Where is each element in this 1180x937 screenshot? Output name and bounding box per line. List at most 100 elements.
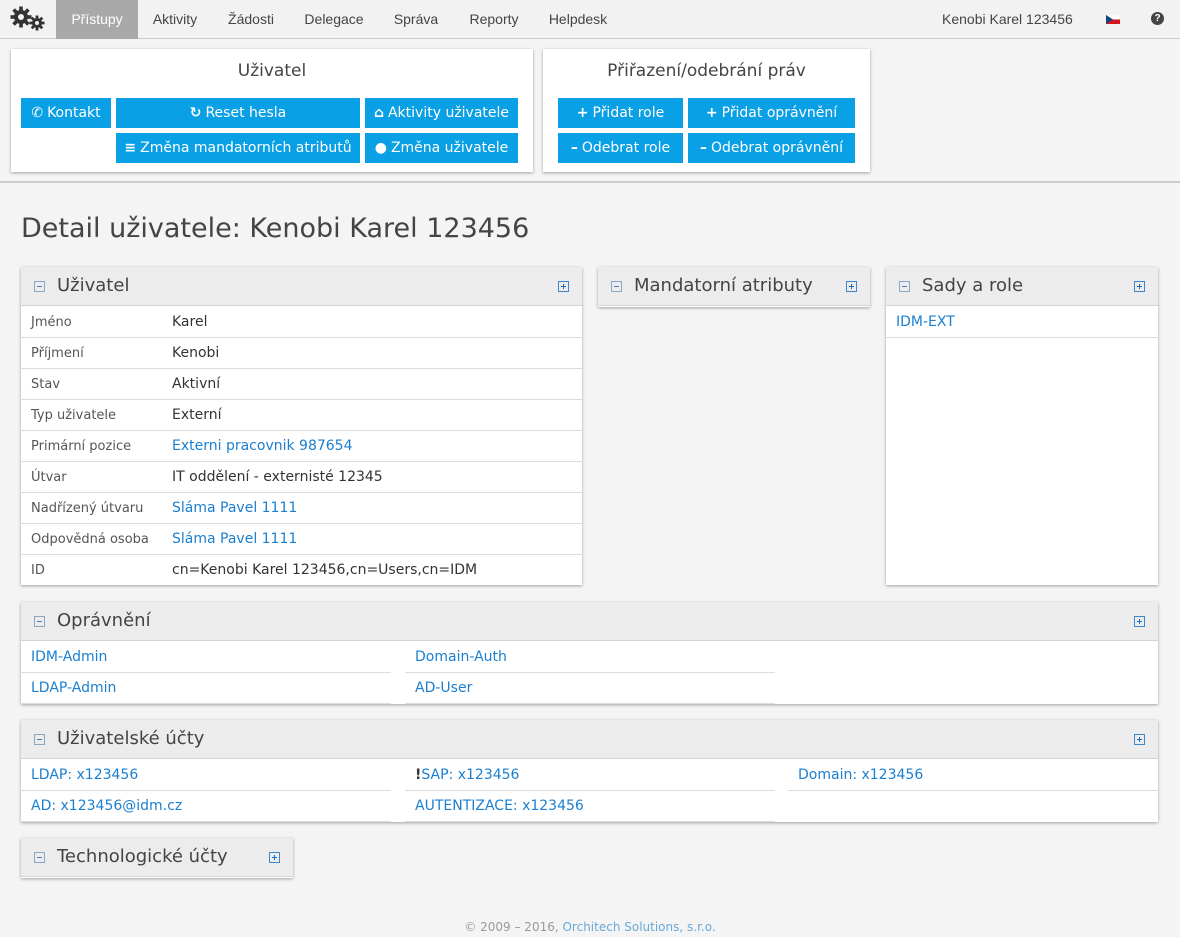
nav-aktivity[interactable]: Aktivity bbox=[138, 0, 212, 39]
user-detail-header: Uživatel bbox=[21, 267, 582, 306]
collapse-icon[interactable] bbox=[34, 852, 45, 863]
detail-label: ID bbox=[31, 563, 45, 578]
user-activities-label: Aktivity uživatele bbox=[387, 105, 510, 121]
collapse-icon[interactable] bbox=[611, 281, 622, 292]
user-actions-title: Uživatel bbox=[237, 61, 307, 81]
detail-row: Odpovědná osoba Sláma Pavel 1111 bbox=[21, 524, 582, 555]
change-mandatory-label: Změna mandatorních atributů bbox=[140, 140, 352, 156]
detail-row: Nadřízený útvaru Sláma Pavel 1111 bbox=[21, 493, 582, 524]
reset-password-button[interactable]: ↻ Reset hesla bbox=[116, 98, 360, 128]
permission-link-ad-user[interactable]: AD-User bbox=[405, 673, 775, 704]
permission-link-ldap-admin[interactable]: LDAP-Admin bbox=[21, 673, 391, 704]
detail-label: Útvar bbox=[31, 470, 67, 485]
phone-icon: ✆ bbox=[31, 105, 44, 121]
tech-accounts-box: Technologické účty bbox=[21, 838, 293, 878]
detail-label: Typ uživatele bbox=[31, 408, 117, 423]
add-permission-label: Přidat oprávnění bbox=[721, 105, 838, 121]
collapse-icon[interactable] bbox=[899, 281, 910, 292]
footer-company-link[interactable]: Orchitech Solutions, s.r.o. bbox=[562, 920, 715, 934]
detail-label: Odpovědná osoba bbox=[31, 532, 149, 547]
user-detail-box: Uživatel Jméno Karel Příjmení Kenobi Stav A… bbox=[21, 267, 582, 585]
footer: © 2009 – 2016, Orchitech Solutions, s.r.… bbox=[0, 920, 1180, 934]
detail-row: Stav Aktivní bbox=[21, 369, 582, 400]
mandatory-attributes-header: Mandatorní atributy bbox=[598, 267, 870, 306]
tech-accounts-title: Technologické účty bbox=[57, 846, 228, 867]
permission-link-idm-admin[interactable]: IDM-Admin bbox=[21, 642, 391, 673]
home-icon: ⌂ bbox=[373, 105, 384, 121]
detail-row: Jméno Karel bbox=[21, 307, 582, 338]
account-link-ldap[interactable]: LDAP: x123456 bbox=[21, 760, 391, 791]
contact-button-label: Kontakt bbox=[47, 105, 101, 121]
user-actions-panel: Uživatel ✆ Kontakt ↻ Reset hesla ⌂ Aktivity… bbox=[11, 49, 533, 172]
czech-flag-icon[interactable] bbox=[1106, 15, 1120, 24]
remove-permission-button[interactable]: – Odebrat oprávnění bbox=[688, 133, 855, 163]
roles-header: Sady a role bbox=[886, 267, 1158, 306]
detail-value: Aktivní bbox=[172, 376, 221, 392]
page-title: Detail uživatele: Kenobi Karel 123456 bbox=[21, 213, 530, 244]
detail-value: Kenobi bbox=[172, 345, 220, 361]
detail-label: Nadřízený útvaru bbox=[31, 501, 144, 516]
nav-reporty[interactable]: Reporty bbox=[454, 0, 534, 39]
expand-icon[interactable] bbox=[558, 281, 569, 292]
minus-icon: – bbox=[570, 140, 578, 156]
expand-icon[interactable] bbox=[1134, 616, 1145, 627]
contact-button[interactable]: ✆ Kontakt bbox=[21, 98, 111, 128]
top-navbar: Přístupy Aktivity Žádosti Delegace Správ… bbox=[0, 0, 1180, 39]
account-link-ad[interactable]: AD: x123456@idm.cz bbox=[21, 791, 391, 822]
nav-delegace[interactable]: Delegace bbox=[290, 0, 378, 39]
plus-icon: + bbox=[576, 105, 589, 121]
remove-role-label: Odebrat role bbox=[581, 140, 671, 156]
nav-helpdesk[interactable]: Helpdesk bbox=[534, 0, 622, 39]
refresh-icon: ↻ bbox=[189, 105, 202, 121]
nav-pristupy[interactable]: Přístupy bbox=[56, 0, 138, 39]
expand-icon[interactable] bbox=[269, 852, 280, 863]
mandatory-attributes-title: Mandatorní atributy bbox=[634, 275, 813, 296]
account-cell-sap: !SAP: x123456 bbox=[405, 760, 775, 791]
account-link-domain[interactable]: Domain: x123456 bbox=[788, 760, 1158, 791]
detail-row: ID cn=Kenobi Karel 123456,cn=Users,cn=IDM bbox=[21, 555, 582, 586]
detail-label: Příjmení bbox=[31, 346, 84, 361]
permissions-header: Oprávnění bbox=[21, 602, 1158, 641]
rights-actions-title: Přiřazení/odebrání práv bbox=[607, 61, 806, 81]
account-link-autentizace[interactable]: AUTENTIZACE: x123456 bbox=[405, 791, 775, 822]
current-user-name[interactable]: Kenobi Karel 123456 bbox=[942, 0, 1073, 39]
expand-icon[interactable] bbox=[1134, 734, 1145, 745]
responsible-person-link[interactable]: Sláma Pavel 1111 bbox=[172, 524, 297, 555]
add-role-button[interactable]: + Přidat role bbox=[558, 98, 683, 128]
unit-manager-link[interactable]: Sláma Pavel 1111 bbox=[172, 493, 297, 524]
add-role-label: Přidat role bbox=[592, 105, 665, 121]
permissions-title: Oprávnění bbox=[57, 610, 151, 631]
change-mandatory-button[interactable]: ≡ Změna mandatorních atributů bbox=[116, 133, 360, 163]
change-user-button[interactable]: ● Změna uživatele bbox=[365, 133, 518, 163]
collapse-icon[interactable] bbox=[34, 734, 45, 745]
action-toolbar: Uživatel ✆ Kontakt ↻ Reset hesla ⌂ Aktivity… bbox=[0, 39, 1180, 183]
nav-zadosti[interactable]: Žádosti bbox=[212, 0, 290, 39]
add-permission-button[interactable]: + Přidat oprávnění bbox=[688, 98, 855, 128]
expand-icon[interactable] bbox=[846, 281, 857, 292]
help-icon[interactable]: ? bbox=[1151, 12, 1164, 25]
permission-link-domain-auth[interactable]: Domain-Auth bbox=[405, 642, 775, 673]
detail-value: Karel bbox=[172, 314, 208, 330]
user-accounts-header: Uživatelské účty bbox=[21, 720, 1158, 759]
account-link-sap[interactable]: SAP: x123456 bbox=[421, 767, 519, 783]
remove-role-button[interactable]: – Odebrat role bbox=[558, 133, 683, 163]
roles-box: Sady a role IDM-EXT bbox=[886, 267, 1158, 585]
footer-copyright: © 2009 – 2016, bbox=[464, 920, 563, 934]
permissions-box: Oprávnění IDM-Admin Domain-Auth LDAP-Adm… bbox=[21, 602, 1158, 704]
roles-title: Sady a role bbox=[922, 275, 1024, 296]
gears-logo-icon[interactable] bbox=[8, 5, 48, 33]
primary-position-link[interactable]: Externi pracovnik 987654 bbox=[172, 431, 353, 462]
mandatory-attributes-box: Mandatorní atributy bbox=[598, 267, 870, 307]
user-accounts-box: Uživatelské účty LDAP: x123456 !SAP: x12… bbox=[21, 720, 1158, 822]
user-activities-button[interactable]: ⌂ Aktivity uživatele bbox=[365, 98, 518, 128]
collapse-icon[interactable] bbox=[34, 616, 45, 627]
nav-sprava[interactable]: Správa bbox=[378, 0, 454, 39]
detail-row: Primární pozice Externi pracovnik 987654 bbox=[21, 431, 582, 462]
collapse-icon[interactable] bbox=[34, 281, 45, 292]
role-link-idm-ext[interactable]: IDM-EXT bbox=[886, 307, 1158, 338]
change-user-label: Změna uživatele bbox=[390, 140, 509, 156]
tech-accounts-header: Technologické účty bbox=[21, 838, 293, 877]
detail-label: Stav bbox=[31, 377, 61, 392]
expand-icon[interactable] bbox=[1134, 281, 1145, 292]
detail-row: Typ uživatele Externí bbox=[21, 400, 582, 431]
